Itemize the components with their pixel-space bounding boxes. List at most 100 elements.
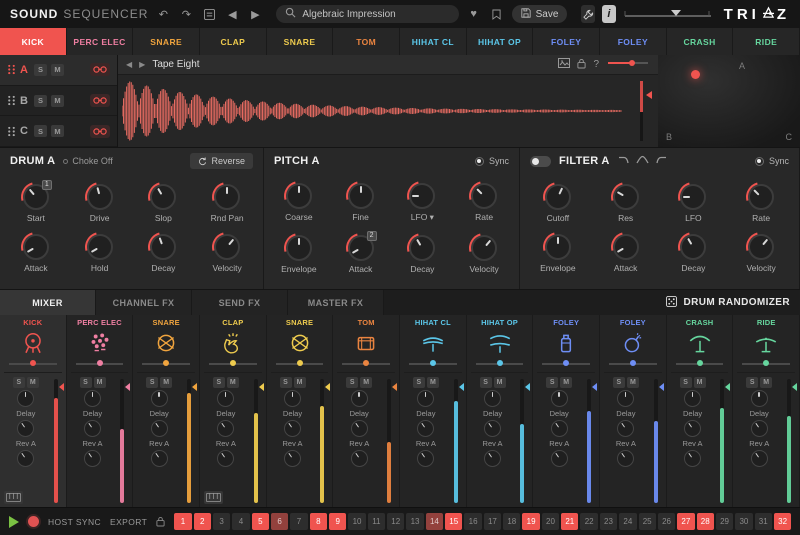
- pan-dot[interactable]: [297, 360, 303, 366]
- fader-handle-icon[interactable]: [525, 383, 530, 391]
- sequencer-step[interactable]: 27: [677, 513, 694, 530]
- knob-dial[interactable]: [87, 234, 113, 260]
- lock-icon[interactable]: [577, 58, 586, 72]
- sequencer-step[interactable]: 19: [522, 513, 539, 530]
- channel-mute-button[interactable]: M: [760, 377, 772, 388]
- drum-knob[interactable]: 1 Start: [23, 184, 49, 223]
- pan-dot[interactable]: [430, 360, 436, 366]
- sequencer-step[interactable]: 6: [271, 513, 288, 530]
- pan-slider[interactable]: [142, 358, 190, 369]
- sequencer-step[interactable]: 26: [658, 513, 675, 530]
- knob-dial[interactable]: [471, 235, 497, 261]
- pitch-knob[interactable]: Rate: [471, 183, 497, 223]
- channel-fader-meter[interactable]: [252, 377, 262, 505]
- delay-send-knob[interactable]: [284, 420, 301, 437]
- next-sample-icon[interactable]: ▶: [139, 60, 145, 69]
- save-button[interactable]: Save: [512, 5, 568, 23]
- channel-solo-button[interactable]: S: [213, 377, 225, 388]
- layer-link-icon[interactable]: [90, 94, 110, 107]
- mixer-channel-strip[interactable]: HIHAT CL S M Delay Rev A: [400, 315, 467, 507]
- delay-send-knob[interactable]: [417, 420, 434, 437]
- layer-row[interactable]: C S M: [0, 116, 117, 147]
- layer-blend-xy-pad[interactable]: A B C: [658, 55, 800, 147]
- host-sync-button[interactable]: HOST SYNC: [48, 517, 101, 527]
- pan-dot[interactable]: [230, 360, 236, 366]
- channel-solo-button[interactable]: S: [613, 377, 625, 388]
- knob-dial[interactable]: [680, 234, 706, 260]
- sequencer-step[interactable]: 8: [310, 513, 327, 530]
- fader-handle-icon[interactable]: [392, 383, 397, 391]
- pan-slider[interactable]: [476, 358, 524, 369]
- reverb-send-knob[interactable]: [484, 450, 501, 467]
- reverb-send-knob[interactable]: [551, 450, 568, 467]
- knob-dial[interactable]: [286, 183, 312, 209]
- pad-tab[interactable]: FOLEY: [533, 28, 600, 55]
- delay-send-knob[interactable]: [617, 420, 634, 437]
- layer-mute-button[interactable]: M: [51, 64, 64, 76]
- layer-link-icon[interactable]: [90, 63, 110, 76]
- knob-dial[interactable]: [409, 183, 435, 209]
- channel-fader-meter[interactable]: [452, 377, 462, 505]
- drum-knob[interactable]: Rnd Pan: [211, 184, 244, 223]
- filter-knob[interactable]: LFO: [680, 184, 706, 223]
- pan-slider[interactable]: [409, 358, 457, 369]
- reverb-send-knob[interactable]: [151, 450, 168, 467]
- channel-solo-button[interactable]: S: [346, 377, 358, 388]
- keyboard-icon[interactable]: [4, 491, 23, 504]
- layer-link-icon[interactable]: [90, 125, 110, 138]
- fader-handle-icon[interactable]: [325, 383, 330, 391]
- channel-volume-knob[interactable]: [351, 390, 368, 407]
- sequencer-step[interactable]: 13: [406, 513, 423, 530]
- menu-icon[interactable]: [201, 6, 217, 22]
- record-button[interactable]: [28, 516, 39, 527]
- xy-cursor[interactable]: [691, 70, 700, 79]
- layer-row[interactable]: A S M: [0, 55, 117, 86]
- channel-solo-button[interactable]: S: [746, 377, 758, 388]
- channel-mute-button[interactable]: M: [694, 377, 706, 388]
- reverb-send-knob[interactable]: [84, 450, 101, 467]
- filter-knob[interactable]: Cutoff: [545, 184, 571, 223]
- pan-slider[interactable]: [342, 358, 390, 369]
- reverb-send-knob[interactable]: [17, 450, 34, 467]
- channel-mute-button[interactable]: M: [94, 377, 106, 388]
- meter-handle-icon[interactable]: [646, 91, 652, 99]
- drum-knob[interactable]: Attack: [23, 234, 49, 273]
- channel-volume-knob[interactable]: [684, 390, 701, 407]
- filter-knob[interactable]: Res: [613, 184, 639, 223]
- filter-knob[interactable]: Velocity: [746, 234, 775, 273]
- channel-solo-button[interactable]: S: [680, 377, 692, 388]
- filter-knob[interactable]: Envelope: [540, 234, 575, 273]
- mixer-channel-strip[interactable]: KICK S M Delay Rev A: [0, 315, 67, 507]
- favorite-icon[interactable]: ♥: [466, 6, 482, 22]
- mixer-tab[interactable]: CHANNEL FX: [96, 290, 192, 315]
- knob-dial[interactable]: [471, 183, 497, 209]
- mixer-channel-strip[interactable]: CRASH S M Delay Rev A: [667, 315, 734, 507]
- channel-fader-meter[interactable]: [385, 377, 395, 505]
- undo-icon[interactable]: ↶: [155, 6, 171, 22]
- play-button[interactable]: [9, 516, 19, 528]
- fader-handle-icon[interactable]: [659, 383, 664, 391]
- channel-fader-meter[interactable]: [585, 377, 595, 505]
- sequencer-step[interactable]: 11: [368, 513, 385, 530]
- sequencer-step[interactable]: 28: [697, 513, 714, 530]
- knob-dial[interactable]: [87, 184, 113, 210]
- mixer-channel-strip[interactable]: FOLEY S M Delay Rev A: [533, 315, 600, 507]
- pan-dot[interactable]: [97, 360, 103, 366]
- channel-volume-knob[interactable]: [551, 390, 568, 407]
- pan-slider[interactable]: [542, 358, 590, 369]
- delay-send-knob[interactable]: [84, 420, 101, 437]
- drum-knob[interactable]: Decay: [150, 234, 176, 273]
- layer-row[interactable]: B S M: [0, 86, 117, 117]
- channel-mute-button[interactable]: M: [294, 377, 306, 388]
- filter-knob[interactable]: Decay: [680, 234, 706, 273]
- pad-tab[interactable]: FOLEY: [600, 28, 667, 55]
- knob-dial[interactable]: [545, 184, 571, 210]
- sequencer-step[interactable]: 20: [542, 513, 559, 530]
- pitch-knob[interactable]: LFO ▾: [409, 183, 435, 223]
- knob-dial[interactable]: [150, 184, 176, 210]
- sequencer-step[interactable]: 16: [464, 513, 481, 530]
- pitch-knob[interactable]: Velocity: [469, 235, 498, 274]
- sequencer-step[interactable]: 18: [503, 513, 520, 530]
- reverb-send-knob[interactable]: [217, 450, 234, 467]
- delay-send-knob[interactable]: [151, 420, 168, 437]
